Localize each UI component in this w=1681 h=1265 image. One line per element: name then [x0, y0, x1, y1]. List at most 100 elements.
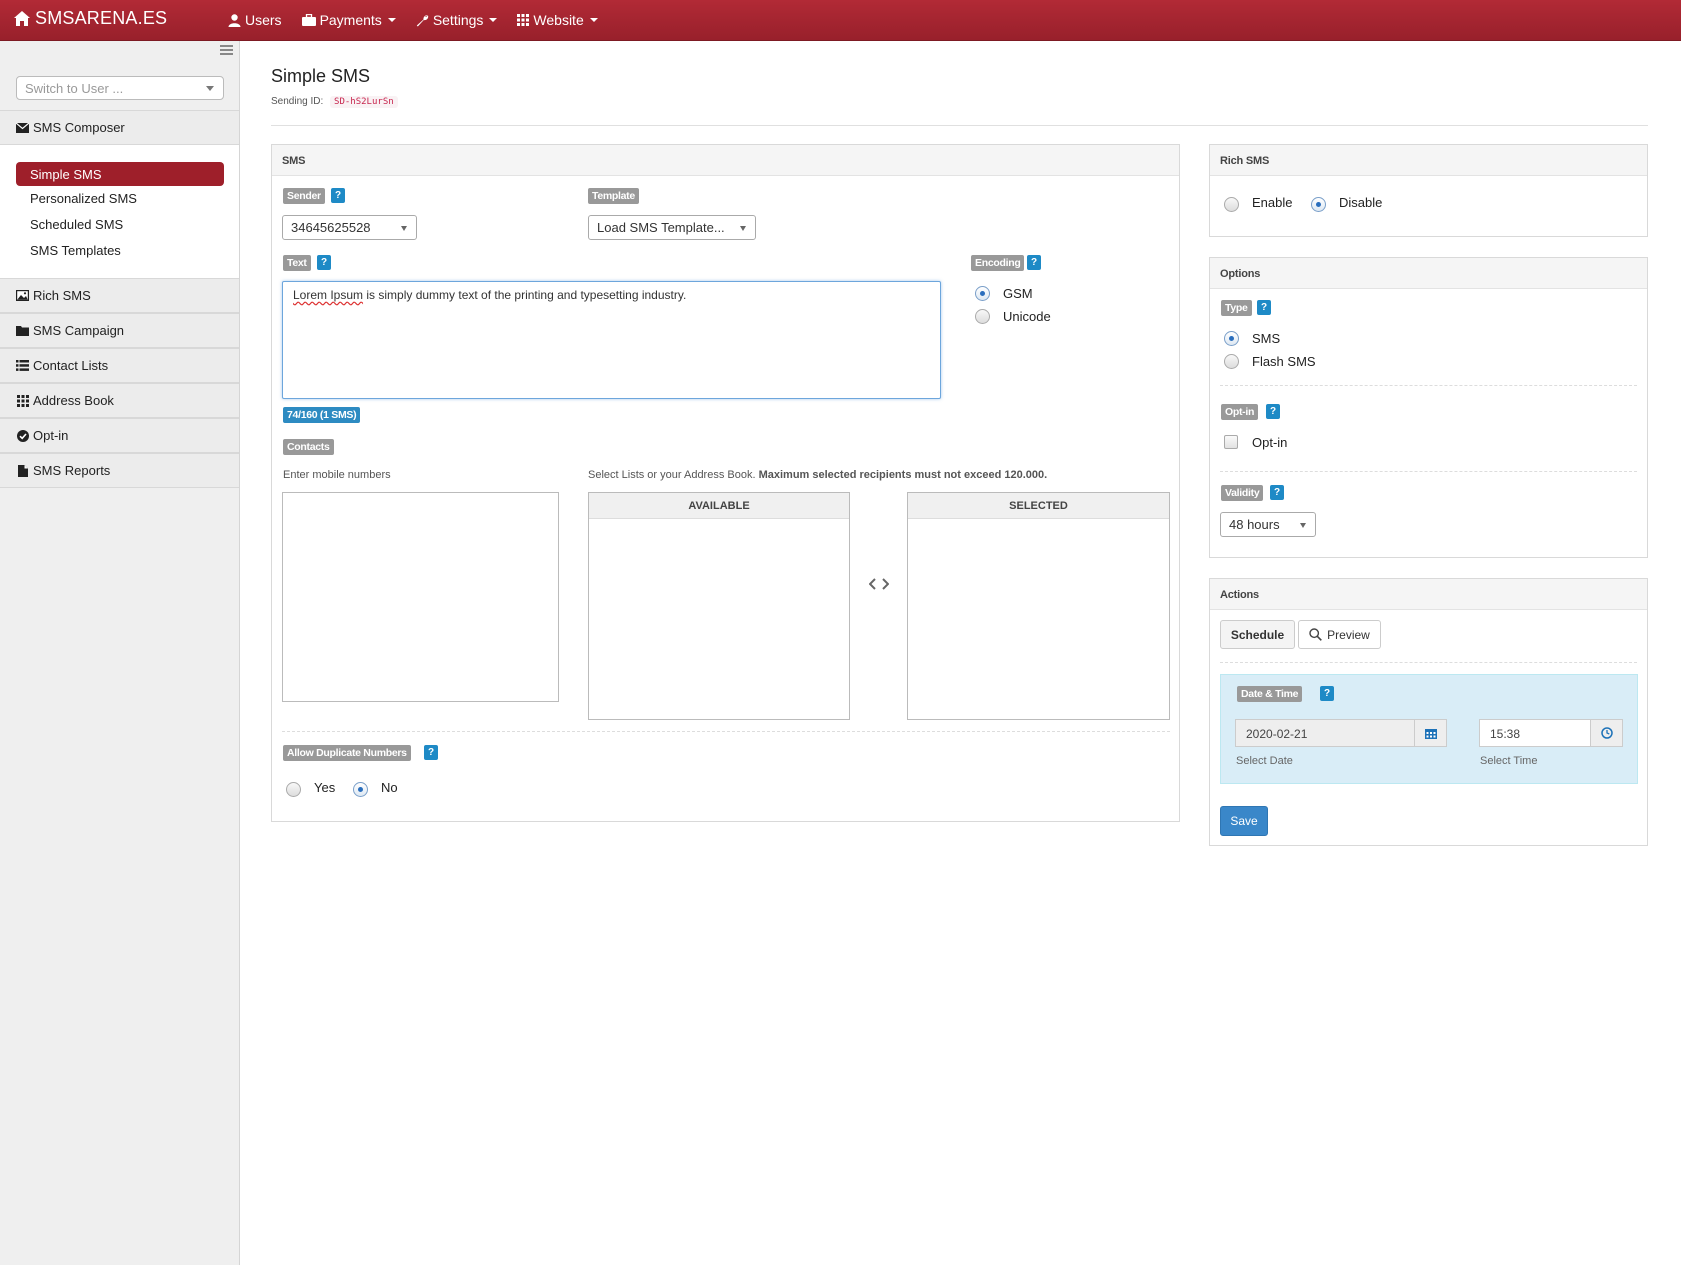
save-button[interactable]: Save — [1220, 806, 1268, 836]
type-flash-label: Flash SMS — [1252, 354, 1316, 369]
clock-button[interactable] — [1590, 719, 1623, 747]
type-sms-label: SMS — [1252, 331, 1281, 346]
nav-settings[interactable]: Settings — [416, 12, 498, 28]
rich-disable-label: Disable — [1339, 195, 1383, 210]
text-help-icon[interactable]: ? — [317, 255, 331, 270]
sidebar-item-rich-sms[interactable]: Rich SMS — [0, 278, 239, 313]
rich-enable-label: Enable — [1252, 195, 1293, 210]
preview-button-label: Preview — [1327, 627, 1370, 642]
sidebar-item-address-book[interactable]: Address Book — [0, 383, 239, 418]
chevron-down-icon — [401, 226, 407, 231]
sidebar-item-sms-reports[interactable]: SMS Reports — [0, 453, 239, 488]
validity-help-icon[interactable]: ? — [1270, 485, 1284, 500]
date-input[interactable]: 2020-02-21 — [1235, 719, 1415, 747]
rich-sms-panel: Rich SMS Enable Disable — [1209, 144, 1648, 237]
optin-checkbox[interactable] — [1224, 435, 1238, 449]
template-select[interactable]: Load SMS Template... — [588, 215, 756, 240]
validity-label: Validity — [1221, 485, 1264, 501]
top-navbar: SMSARENA.ES Users Payments Settings Webs… — [0, 0, 1681, 41]
brand-name: SMSARENA.ES — [35, 8, 168, 28]
datetime-box: Date & Time ? 2020-02-21 Select Date 15:… — [1220, 674, 1638, 784]
validity-select[interactable]: 48 hours — [1220, 512, 1316, 537]
options-panel: Options Type ? SMS Flash SMS Opt-in ? Op… — [1209, 257, 1648, 558]
sidebar-subitem-scheduled-sms[interactable]: Scheduled SMS — [30, 217, 123, 232]
nav-website-label: Website — [533, 12, 584, 28]
nav-users-label: Users — [245, 12, 282, 28]
nav-payments[interactable]: Payments — [301, 12, 396, 28]
type-help-icon[interactable]: ? — [1257, 300, 1271, 315]
rich-disable-radio[interactable] — [1311, 197, 1326, 212]
time-input[interactable]: 15:38 — [1479, 719, 1591, 747]
datetime-help-icon[interactable]: ? — [1320, 686, 1334, 701]
encoding-help-icon[interactable]: ? — [1027, 255, 1041, 270]
select-lists-text: Select Lists or your Address Book. — [588, 469, 756, 481]
sidebar-item-sms-campaign[interactable]: SMS Campaign — [0, 313, 239, 348]
switch-user-select[interactable]: Switch to User ... — [16, 76, 224, 100]
save-button-label: Save — [1230, 814, 1258, 828]
encoding-gsm-radio[interactable] — [975, 286, 990, 301]
sidebar-item-opt-in[interactable]: Opt-in — [0, 418, 239, 453]
date-caption: Select Date — [1236, 755, 1293, 767]
contacts-label: Contacts — [283, 439, 334, 455]
sms-panel-title: SMS — [272, 145, 1179, 176]
encoding-label: Encoding — [971, 255, 1025, 271]
sms-text-area[interactable]: Lorem Ipsum is simply dummy text of the … — [282, 281, 941, 399]
chevron-down-icon — [387, 18, 396, 22]
type-sms-radio[interactable] — [1224, 331, 1239, 346]
search-icon — [1309, 628, 1323, 641]
date-value: 2020-02-21 — [1246, 727, 1308, 741]
sms-composer-submenu: Simple SMS Personalized SMS Scheduled SM… — [0, 145, 239, 278]
duplicates-no-radio[interactable] — [353, 782, 368, 797]
preview-button[interactable]: Preview — [1298, 620, 1381, 649]
time-caption: Select Time — [1480, 755, 1538, 767]
selected-list[interactable]: SELECTED — [907, 492, 1170, 720]
sending-id-value: SD-hS2LurSn — [330, 96, 398, 108]
enter-numbers-caption: Enter mobile numbers — [283, 469, 391, 481]
brand-link[interactable]: SMSARENA.ES — [14, 8, 167, 29]
text-content: is simply dummy text of the printing and… — [363, 288, 687, 302]
sender-select[interactable]: 34645625528 — [282, 215, 417, 240]
clock-icon — [1600, 727, 1613, 739]
sidebar-item-label: Address Book — [33, 393, 114, 408]
sidebar-item-label: SMS Campaign — [33, 323, 125, 338]
transfer-arrows-icon[interactable] — [869, 578, 889, 590]
validity-value: 48 hours — [1229, 517, 1280, 532]
sidebar-subitem-sms-templates[interactable]: SMS Templates — [30, 243, 121, 258]
available-list[interactable]: AVAILABLE — [588, 492, 850, 720]
nav-website[interactable]: Website — [517, 12, 598, 28]
duplicates-yes-radio[interactable] — [286, 782, 301, 797]
text-label: Text — [283, 255, 311, 271]
select-lists-caption: Select Lists or your Address Book. Maxim… — [588, 469, 1047, 481]
divider — [1220, 385, 1637, 386]
calendar-button[interactable] — [1414, 719, 1447, 747]
grid-icon — [16, 394, 29, 407]
type-flash-radio[interactable] — [1224, 354, 1239, 369]
text-spell-word: Lorem Ipsum — [293, 288, 364, 302]
sidebar-item-label: SMS Composer — [33, 120, 125, 135]
optin-checkbox-label: Opt-in — [1252, 435, 1288, 450]
sidebar-item-label: Contact Lists — [33, 358, 109, 373]
encoding-unicode-radio[interactable] — [975, 309, 990, 324]
briefcase-icon — [301, 14, 316, 26]
sidebar-collapse-icon[interactable] — [220, 45, 233, 57]
sidebar-item-sms-composer[interactable]: SMS Composer — [0, 110, 239, 145]
sidebar-subitem-personalized-sms[interactable]: Personalized SMS — [30, 191, 137, 206]
mobile-numbers-input[interactable] — [282, 492, 559, 702]
folder-icon — [16, 325, 29, 336]
options-panel-title: Options — [1210, 258, 1647, 289]
chevron-down-icon — [489, 18, 498, 22]
nav-users[interactable]: Users — [228, 12, 282, 28]
allow-duplicates-help-icon[interactable]: ? — [424, 745, 438, 760]
encoding-gsm-label: GSM — [1003, 286, 1033, 301]
sender-value: 34645625528 — [291, 220, 371, 235]
sidebar-subitem-simple-sms[interactable]: Simple SMS — [16, 162, 224, 186]
rich-enable-radio[interactable] — [1224, 197, 1239, 212]
sender-help-icon[interactable]: ? — [331, 188, 345, 203]
sidebar-item-contact-lists[interactable]: Contact Lists — [0, 348, 239, 383]
sending-id-label: Sending ID: — [271, 96, 324, 107]
home-icon — [14, 11, 30, 26]
datetime-label: Date & Time — [1237, 686, 1303, 702]
optin-help-icon[interactable]: ? — [1266, 404, 1280, 419]
schedule-button[interactable]: Schedule — [1220, 620, 1295, 649]
file-icon — [16, 464, 29, 477]
